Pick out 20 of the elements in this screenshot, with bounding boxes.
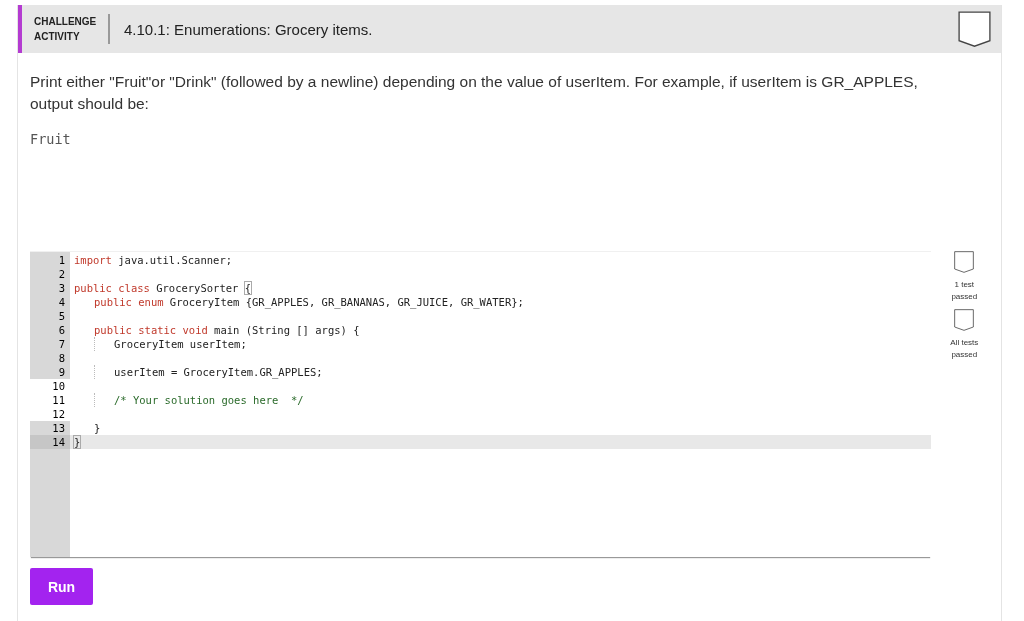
activity-title: 4.10.1: Enumerations: Grocery items. [124, 20, 374, 38]
code-line: import java.util.Scanner; [74, 253, 233, 267]
code-line: userItem = GroceryItem.GR_APPLES; [114, 365, 323, 379]
run-button[interactable]: Run [30, 568, 93, 605]
code-line: } [94, 421, 101, 435]
code-line: /* Your solution goes here */ [114, 393, 304, 407]
line-number: 11 [30, 393, 70, 407]
code-line: } [74, 435, 81, 449]
code-line: public static void main (String [] args) { [94, 323, 360, 337]
test-status-label: All tests passed [949, 337, 980, 361]
line-number: 12 [30, 407, 70, 421]
code-line: public enum GroceryItem {GR_APPLES, GR_BANANAS, GR_JUICE, GR_WATER}; [94, 295, 524, 309]
line-number: 14 [30, 435, 70, 449]
test-status-label: 1 test passed [950, 279, 979, 303]
code-line: GroceryItem userItem; [114, 337, 247, 351]
line-number: 10 [30, 379, 70, 393]
code-line: public class GrocerySorter { [74, 281, 251, 295]
prompt-text: Print either "Fruit"or "Drink" (followed by a newline) depending on the value of userItem. For example, if userItem is GR_APPLES, output should be: [30, 72, 919, 114]
sample-output: Fruit [30, 131, 72, 147]
activity-type-label: CHALLENGE ACTIVITY [34, 14, 110, 44]
